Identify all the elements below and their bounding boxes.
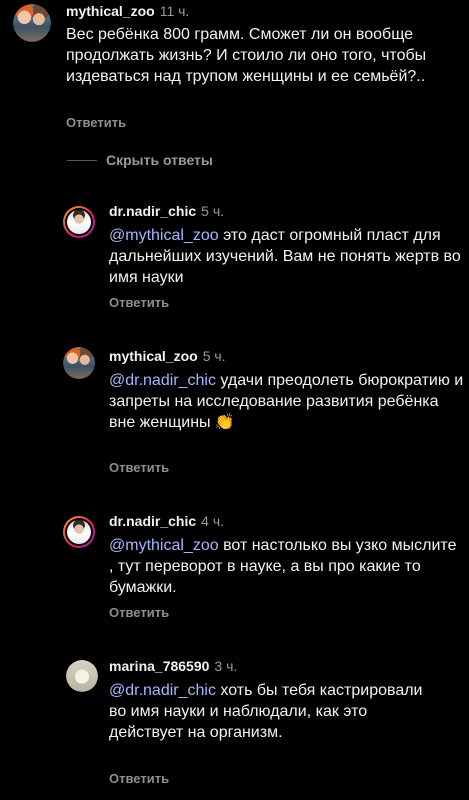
- avatar[interactable]: [63, 206, 95, 238]
- profile-avatar-icon: [67, 210, 91, 234]
- reply-time: 5 ч.: [202, 348, 226, 364]
- divider-line: [67, 160, 97, 161]
- reply-button[interactable]: Ответить: [109, 460, 169, 475]
- reply-item: dr.nadir_chic 5 ч. @mythical_zoo это даст…: [0, 195, 469, 315]
- avatar[interactable]: [13, 4, 51, 42]
- comment-text: Вес ребёнка 800 грамм. Сможет ли он вооб…: [66, 24, 461, 87]
- profile-avatar-icon: [66, 660, 98, 692]
- clapping-hands-icon: 👏: [214, 414, 235, 431]
- reply-button[interactable]: Ответить: [66, 115, 126, 130]
- reply-button[interactable]: Ответить: [109, 771, 169, 786]
- avatar[interactable]: [66, 660, 98, 692]
- reply-text: @dr.nadir_chic хоть бы тебя кастрировали…: [109, 680, 439, 743]
- comment-top: mythical_zoo 11 ч. Вес ребёнка 800 грамм.…: [0, 0, 469, 140]
- mention-link[interactable]: @dr.nadir_chic: [109, 682, 216, 699]
- reply-button[interactable]: Ответить: [109, 295, 169, 310]
- username-text[interactable]: mythical_zoo: [109, 348, 198, 364]
- reply-username[interactable]: dr.nadir_chic 5 ч.: [109, 203, 224, 219]
- reply-username[interactable]: marina_786590 3 ч.: [109, 658, 237, 674]
- mention-link[interactable]: @mythical_zoo: [109, 227, 219, 244]
- reply-text: @dr.nadir_chic удачи преодолеть бюрократ…: [109, 370, 464, 433]
- profile-avatar-icon: [67, 520, 91, 544]
- reply-time: 4 ч.: [201, 513, 225, 529]
- reply-username[interactable]: mythical_zoo 5 ч.: [109, 348, 226, 364]
- reply-username[interactable]: dr.nadir_chic 4 ч.: [109, 513, 224, 529]
- comment-username[interactable]: mythical_zoo 11 ч.: [66, 3, 189, 19]
- reply-button[interactable]: Ответить: [109, 605, 169, 620]
- reply-item: mythical_zoo 5 ч. @dr.nadir_chic удачи пр…: [0, 340, 469, 480]
- username-text[interactable]: marina_786590: [109, 658, 209, 674]
- username-text[interactable]: dr.nadir_chic: [109, 203, 196, 219]
- reply-time: 5 ч.: [201, 203, 225, 219]
- avatar[interactable]: [63, 347, 95, 379]
- hide-replies-button[interactable]: Скрыть ответы: [106, 152, 213, 168]
- profile-avatar-icon: [63, 347, 95, 379]
- comment-body: Вес ребёнка 800 грамм. Сможет ли он вооб…: [66, 26, 427, 85]
- username-text[interactable]: mythical_zoo: [66, 3, 155, 19]
- comment-time: 11 ч.: [159, 3, 190, 19]
- reply-time: 3 ч.: [214, 658, 238, 674]
- mention-link[interactable]: @dr.nadir_chic: [109, 372, 216, 389]
- username-text[interactable]: dr.nadir_chic: [109, 513, 196, 529]
- profile-avatar-icon: [13, 4, 51, 42]
- reply-text: @mythical_zoo это даст огромный пласт дл…: [109, 225, 464, 288]
- avatar[interactable]: [63, 516, 95, 548]
- reply-text: @mythical_zoo вот настолько вы узко мысл…: [109, 535, 464, 598]
- reply-item: dr.nadir_chic 4 ч. @mythical_zoo вот наст…: [0, 505, 469, 625]
- reply-item: marina_786590 3 ч. @dr.nadir_chic хоть бы…: [0, 650, 469, 800]
- mention-link[interactable]: @mythical_zoo: [109, 537, 219, 554]
